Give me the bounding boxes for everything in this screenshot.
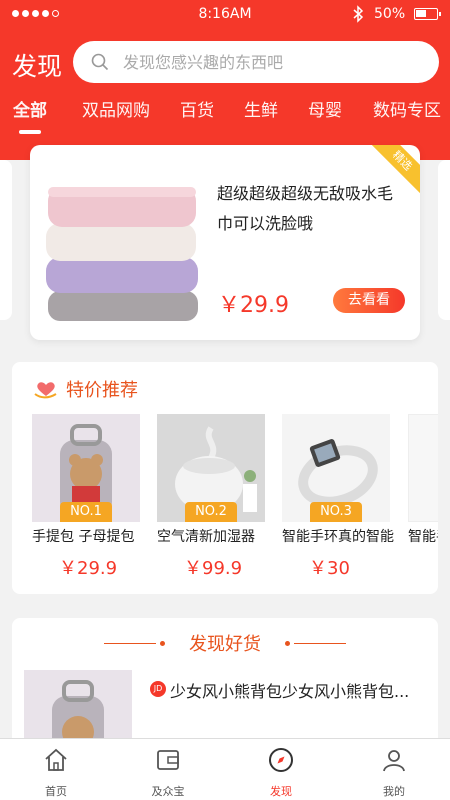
carousel-prev-card[interactable] [0,160,12,320]
rank-badge: NO.3 [310,502,362,522]
tab-mine[interactable]: 我的 [338,739,450,800]
tab-all[interactable]: 全部 [13,96,47,121]
special-item[interactable]: 智能手 [408,414,438,546]
special-item-name: 智能手环真的智能 [282,529,394,545]
home-icon [45,748,67,771]
active-tab-indicator [19,130,41,134]
compass-icon [269,748,293,772]
featured-description: 超级超级超级无敌吸水毛巾可以洗脸哦 [217,184,394,233]
tab-discover[interactable]: 发现 [225,739,337,800]
divider-right [294,643,346,644]
discover-section: 发现好货 JD 少女风小熊背包少女风小熊背包... [12,618,438,760]
tab-wallet[interactable]: 及众宝 [112,739,224,800]
bluetooth-icon [352,5,364,27]
smart-band-image: NO.3 [282,414,390,522]
special-item[interactable]: NO.1 手提包 子母提包 ￥29.9 [32,414,144,580]
battery-icon [414,8,441,20]
header: 发现 全部 双品网购 百货 生鲜 母婴 数码专区 [0,30,450,160]
heart-hand-icon [34,382,57,399]
backpack-image: NO.1 [32,414,140,522]
featured-card[interactable]: 超级超级超级无敌吸水毛巾可以洗脸哦 ￥29.9 去看看 精选 [30,145,420,340]
tab-label: 我的 [383,785,405,798]
specials-header: 特价推荐 [34,376,138,402]
tab-general-goods[interactable]: 百货 [180,96,214,121]
tab-home[interactable]: 首页 [0,739,112,800]
tab-mother-baby[interactable]: 母婴 [308,96,342,121]
tab-label: 首页 [45,785,67,798]
user-icon [383,750,405,772]
featured-price: ￥29.9 [218,293,289,318]
product-image [408,414,438,522]
tab-fresh[interactable]: 生鲜 [244,96,278,121]
special-item-name: 手提包 子母提包 [32,529,135,545]
special-item-price: ￥99.9 [184,558,243,579]
tab-double-shopping[interactable]: 双品网购 [82,96,150,121]
discover-title: 发现好货 [189,634,261,655]
rank-badge: NO.2 [185,502,237,522]
tab-digital[interactable]: 数码专区 [373,96,441,121]
special-item-name: 智能手 [408,529,438,545]
specials-title: 特价推荐 [66,380,138,401]
special-item[interactable]: NO.3 智能手环真的智能 ￥30 [282,414,394,580]
tab-label: 及众宝 [151,785,185,798]
towel-image [46,187,198,321]
search-icon [91,53,109,71]
category-tabs: 全部 双品网购 百货 生鲜 母婴 数码专区 [0,96,450,136]
carousel-next-card[interactable] [438,160,450,320]
rank-badge: NO.1 [60,502,112,522]
view-button[interactable]: 去看看 [333,288,405,313]
specials-section: 特价推荐 NO.1 手提包 子母提包 ￥29.9 NO.2 空气清新加湿器 ￥9… [12,362,438,594]
jd-badge: JD [150,681,166,697]
status-bar: 8:16AM 50% [0,0,450,30]
special-item-price: ￥30 [309,558,350,579]
search-input[interactable] [123,49,423,75]
special-item-name: 空气清新加湿器 [157,529,255,545]
search-bar[interactable] [73,41,439,83]
bottom-tab-bar: 首页 及众宝 发现 我的 [0,738,450,800]
battery-level: 50% [374,6,406,22]
special-item-price: ￥29.9 [59,558,118,579]
page-title: 发现 [12,52,63,81]
humidifier-image: NO.2 [157,414,265,522]
special-item[interactable]: NO.2 空气清新加湿器 ￥99.9 [157,414,269,580]
tab-label: 发现 [270,785,292,798]
divider-dot [285,641,290,646]
wallet-icon [157,750,179,770]
discover-item-title[interactable]: 少女风小熊背包少女风小熊背包... [170,678,430,702]
